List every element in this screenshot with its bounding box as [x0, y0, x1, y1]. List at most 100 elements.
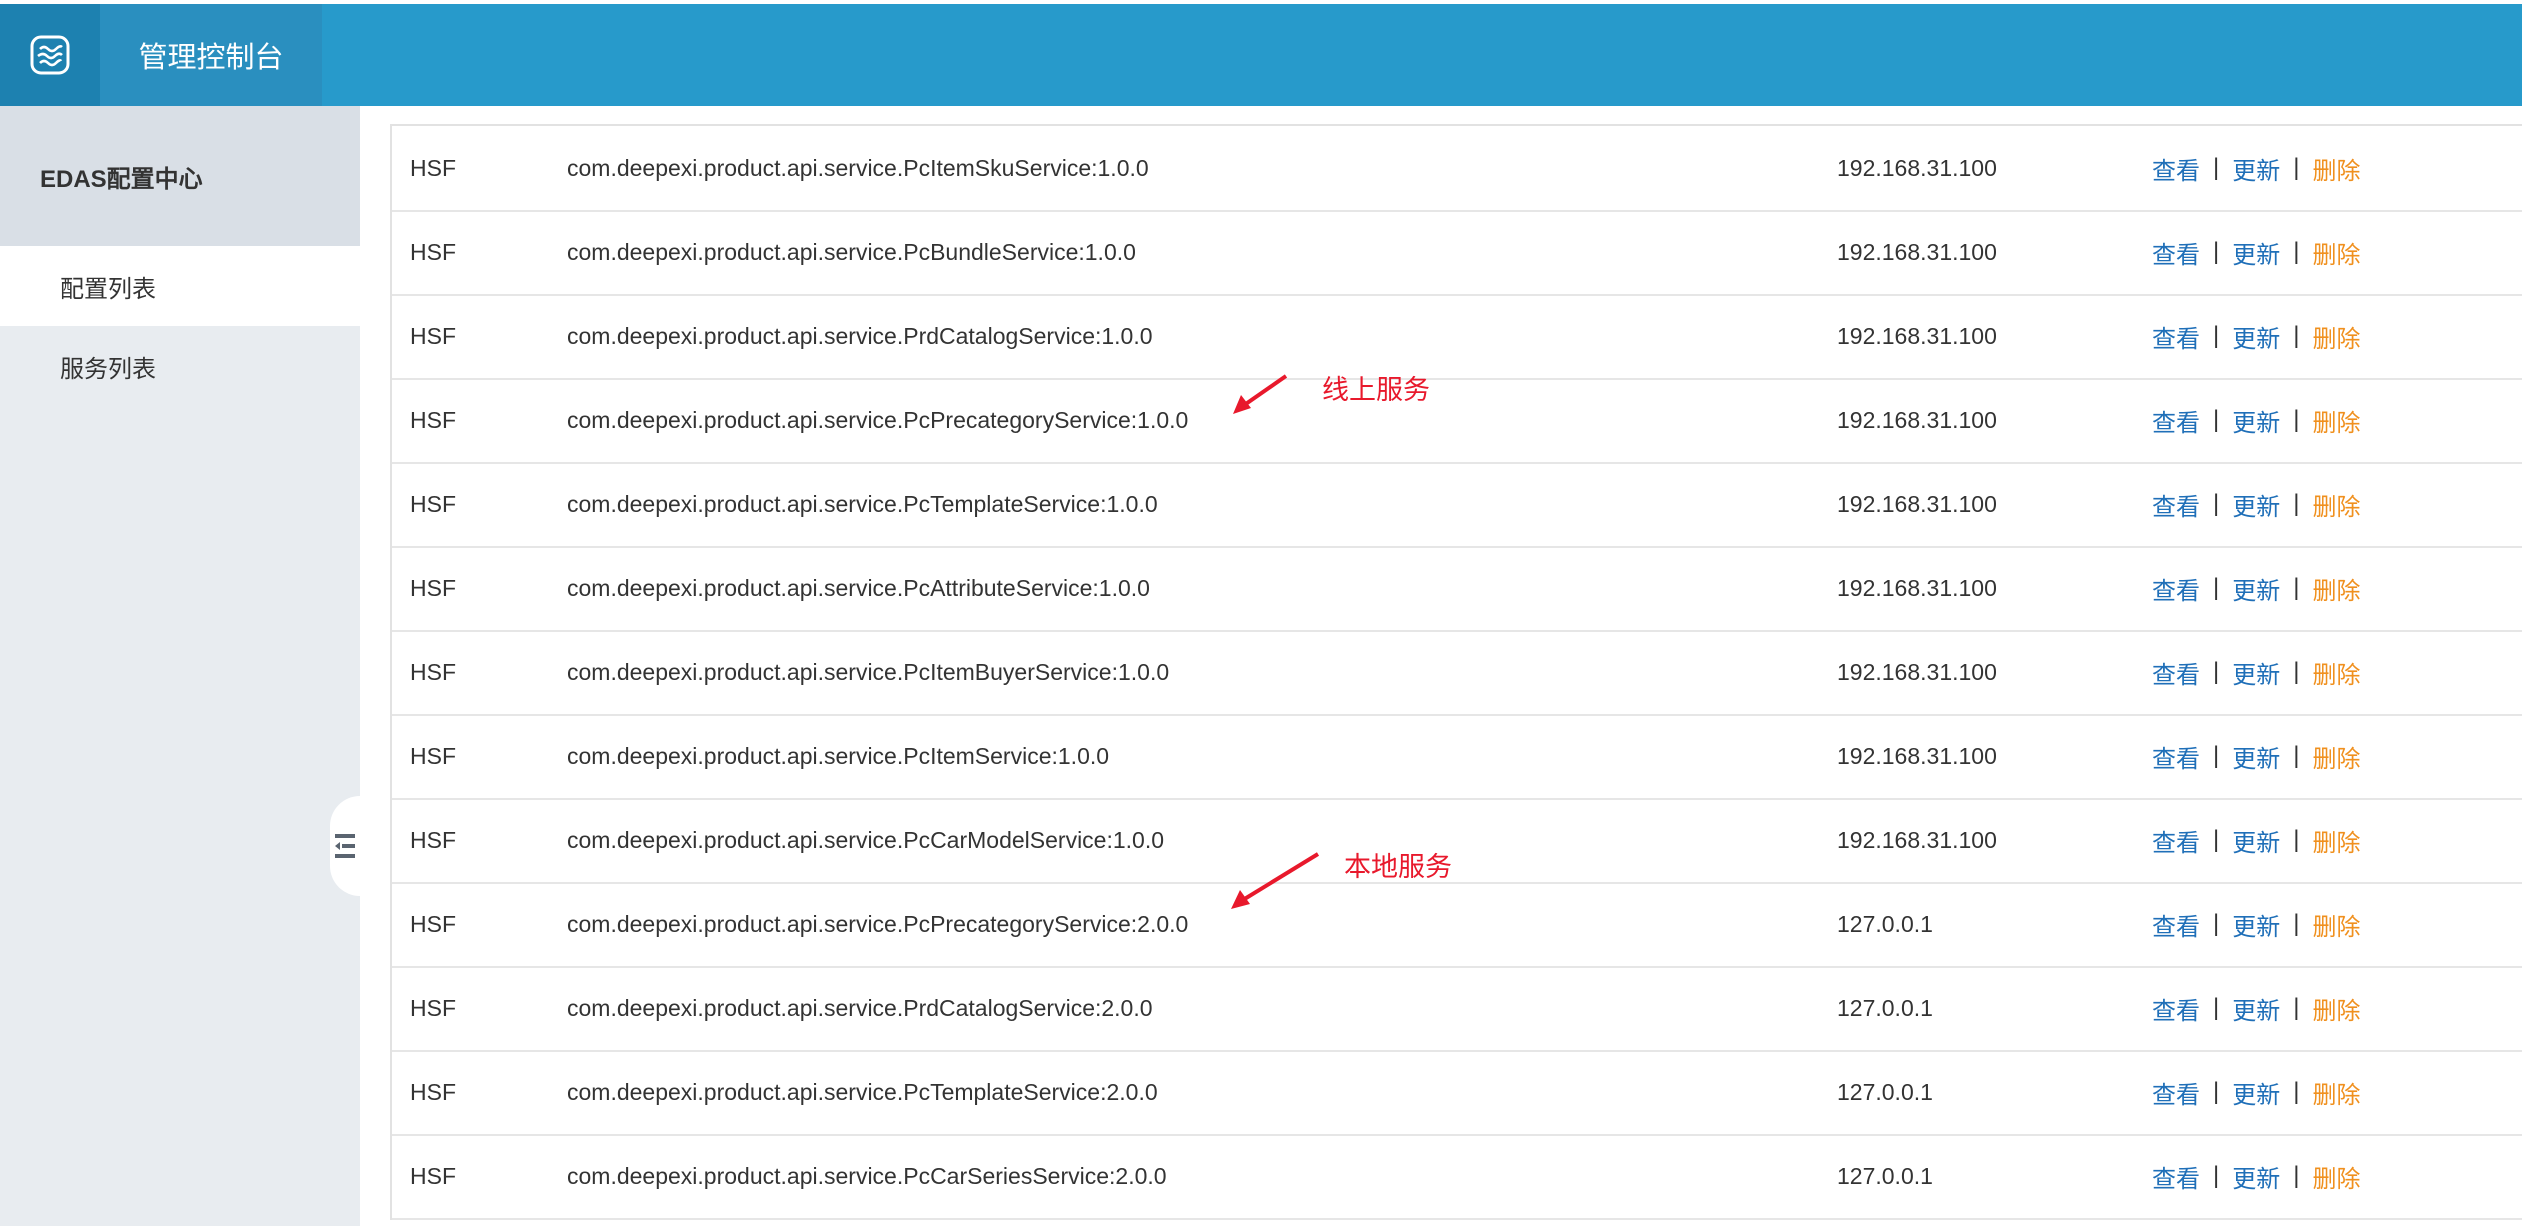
annotation-online-service: 线上服务 [1322, 375, 1430, 405]
service-name: com.deepexi.product.api.service.PcItemBu… [567, 658, 1170, 685]
delete-link[interactable]: 删除 [2312, 991, 2360, 1026]
update-link[interactable]: 更新 [2232, 151, 2280, 186]
table-row: HSF com.deepexi.product.api.service.PrdCa… [392, 294, 2522, 380]
service-ip: 192.168.31.100 [1837, 658, 1997, 685]
service-ip: 192.168.31.100 [1837, 574, 1997, 601]
action-separator: | [2213, 154, 2220, 181]
update-link[interactable]: 更新 [2232, 823, 2280, 858]
action-separator: | [2213, 742, 2220, 769]
service-table: HSF com.deepexi.product.api.service.PcIte… [390, 124, 2522, 1220]
action-separator: | [2213, 658, 2220, 685]
update-link[interactable]: 更新 [2232, 1075, 2280, 1110]
console-title-text: 管理控制台 [138, 42, 284, 74]
service-type: HSF [410, 742, 456, 769]
delete-link[interactable]: 删除 [2312, 739, 2360, 774]
table-row: HSF com.deepexi.product.api.service.PcCar… [392, 1134, 2522, 1220]
update-link[interactable]: 更新 [2232, 403, 2280, 438]
service-name: com.deepexi.product.api.service.PcItemSk… [567, 154, 1149, 181]
update-link[interactable]: 更新 [2232, 1159, 2280, 1194]
sidebar-section-title-text: EDAS配置中心 [40, 165, 203, 193]
update-link[interactable]: 更新 [2232, 487, 2280, 522]
action-separator: | [2293, 1162, 2300, 1189]
view-link[interactable]: 查看 [2152, 571, 2200, 606]
delete-link[interactable]: 删除 [2312, 1075, 2360, 1110]
sidebar-section-title: EDAS配置中心 [0, 106, 360, 246]
view-link[interactable]: 查看 [2152, 1159, 2200, 1194]
row-actions: 查看 | 更新 | 删除 [2152, 462, 2360, 546]
sidebar-item-config-list[interactable]: 配置列表 [0, 246, 360, 326]
console-logo[interactable] [0, 4, 100, 106]
delete-link[interactable]: 删除 [2312, 319, 2360, 354]
sidebar-collapse-toggle[interactable] [330, 796, 360, 896]
service-name: com.deepexi.product.api.service.PcItemSe… [567, 742, 1110, 769]
view-link[interactable]: 查看 [2152, 319, 2200, 354]
delete-link[interactable]: 删除 [2312, 403, 2360, 438]
view-link[interactable]: 查看 [2152, 487, 2200, 522]
service-type: HSF [410, 910, 456, 937]
view-link[interactable]: 查看 [2152, 655, 2200, 690]
console-title[interactable]: 管理控制台 [100, 4, 322, 106]
service-type: HSF [410, 322, 456, 349]
row-actions: 查看 | 更新 | 删除 [2152, 546, 2360, 630]
delete-link[interactable]: 删除 [2312, 487, 2360, 522]
update-link[interactable]: 更新 [2232, 235, 2280, 270]
action-separator: | [2293, 490, 2300, 517]
update-link[interactable]: 更新 [2232, 739, 2280, 774]
service-type: HSF [410, 574, 456, 601]
delete-link[interactable]: 删除 [2312, 907, 2360, 942]
service-type: HSF [410, 994, 456, 1021]
action-separator: | [2213, 826, 2220, 853]
delete-link[interactable]: 删除 [2312, 655, 2360, 690]
action-separator: | [2213, 238, 2220, 265]
row-actions: 查看 | 更新 | 删除 [2152, 294, 2360, 378]
view-link[interactable]: 查看 [2152, 1075, 2200, 1110]
action-separator: | [2293, 910, 2300, 937]
delete-link[interactable]: 删除 [2312, 235, 2360, 270]
collapse-sidebar-icon [335, 834, 355, 858]
service-ip: 192.168.31.100 [1837, 742, 1997, 769]
action-separator: | [2293, 826, 2300, 853]
service-name: com.deepexi.product.api.service.PcTempla… [567, 1078, 1158, 1105]
view-link[interactable]: 查看 [2152, 151, 2200, 186]
view-link[interactable]: 查看 [2152, 739, 2200, 774]
service-ip: 192.168.31.100 [1837, 322, 1997, 349]
table-row: HSF com.deepexi.product.api.service.PcCar… [392, 798, 2522, 884]
row-actions: 查看 | 更新 | 删除 [2152, 798, 2360, 882]
service-name: com.deepexi.product.api.service.PcAttrib… [567, 574, 1150, 601]
table-row: HSF com.deepexi.product.api.service.PcIte… [392, 630, 2522, 716]
service-ip: 192.168.31.100 [1837, 406, 1997, 433]
table-row: HSF com.deepexi.product.api.service.PcIte… [392, 126, 2522, 212]
row-actions: 查看 | 更新 | 删除 [2152, 882, 2360, 966]
sidebar-item-service-list[interactable]: 服务列表 [0, 326, 360, 406]
view-link[interactable]: 查看 [2152, 991, 2200, 1026]
update-link[interactable]: 更新 [2232, 319, 2280, 354]
table-row: HSF com.deepexi.product.api.service.PcTem… [392, 1050, 2522, 1136]
view-link[interactable]: 查看 [2152, 235, 2200, 270]
service-ip: 127.0.0.1 [1837, 994, 1933, 1021]
update-link[interactable]: 更新 [2232, 907, 2280, 942]
action-separator: | [2293, 238, 2300, 265]
delete-link[interactable]: 删除 [2312, 1159, 2360, 1194]
service-name: com.deepexi.product.api.service.PcPrecat… [567, 910, 1189, 937]
delete-link[interactable]: 删除 [2312, 571, 2360, 606]
action-separator: | [2213, 994, 2220, 1021]
action-separator: | [2293, 574, 2300, 601]
service-ip: 127.0.0.1 [1837, 1078, 1933, 1105]
view-link[interactable]: 查看 [2152, 823, 2200, 858]
service-ip: 127.0.0.1 [1837, 1162, 1933, 1189]
service-ip: 192.168.31.100 [1837, 490, 1997, 517]
action-separator: | [2213, 322, 2220, 349]
table-row: HSF com.deepexi.product.api.service.PcIte… [392, 714, 2522, 800]
delete-link[interactable]: 删除 [2312, 151, 2360, 186]
update-link[interactable]: 更新 [2232, 655, 2280, 690]
service-name: com.deepexi.product.api.service.PcPrecat… [567, 406, 1189, 433]
sidebar-item-label: 服务列表 [60, 355, 156, 383]
delete-link[interactable]: 删除 [2312, 823, 2360, 858]
view-link[interactable]: 查看 [2152, 907, 2200, 942]
update-link[interactable]: 更新 [2232, 571, 2280, 606]
action-separator: | [2213, 1162, 2220, 1189]
table-row: HSF com.deepexi.product.api.service.PrdCa… [392, 966, 2522, 1052]
update-link[interactable]: 更新 [2232, 991, 2280, 1026]
service-type: HSF [410, 154, 456, 181]
view-link[interactable]: 查看 [2152, 403, 2200, 438]
